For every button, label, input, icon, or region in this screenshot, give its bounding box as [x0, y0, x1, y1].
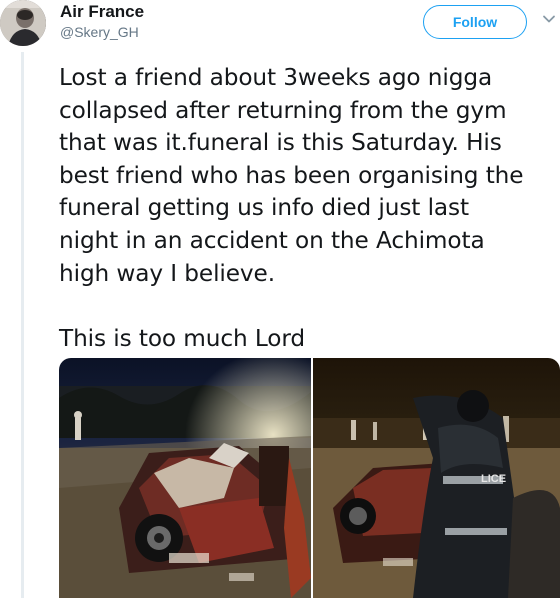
tweet-line: collapsed after returning from the gym	[59, 96, 507, 124]
tweet-line: best friend who has been organising the	[59, 161, 524, 189]
crashed-car-police-photo[interactable]: LICE	[313, 358, 560, 598]
jacket-text: LICE	[481, 473, 506, 485]
thread-line	[21, 52, 24, 598]
tweet-line: high way I believe.	[59, 259, 275, 287]
tweet-line: Lost a friend about 3weeks ago nigga	[59, 64, 493, 91]
tweet-line: This is too much Lord	[59, 324, 306, 352]
author-name[interactable]: Air France	[60, 2, 144, 22]
crashed-car-night-photo[interactable]	[59, 358, 311, 598]
tweet-line: funeral getting us info died just last	[59, 194, 469, 222]
tweet-media: LICE	[59, 358, 560, 598]
tweet-line: night in an accident on the Achimota	[59, 226, 485, 254]
tweet-line: that was it.funeral is this Saturday. Hi…	[59, 129, 502, 157]
chevron-down-icon[interactable]	[542, 12, 556, 26]
follow-button[interactable]: Follow	[423, 5, 527, 39]
avatar[interactable]	[0, 0, 46, 46]
author-handle[interactable]: @Skery_GH	[60, 24, 139, 40]
tweet-text: Lost a friend about 3weeks ago nigga col…	[59, 62, 554, 355]
